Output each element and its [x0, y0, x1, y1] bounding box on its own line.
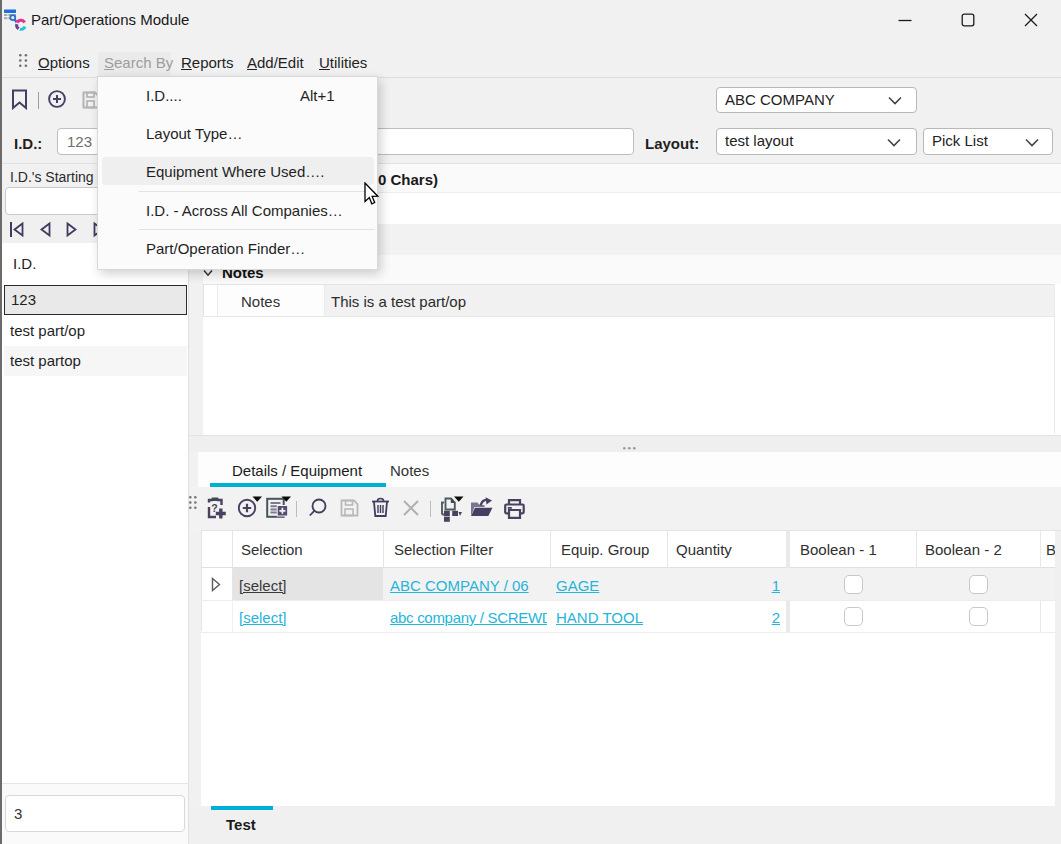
svg-text:?: ?	[211, 502, 217, 514]
